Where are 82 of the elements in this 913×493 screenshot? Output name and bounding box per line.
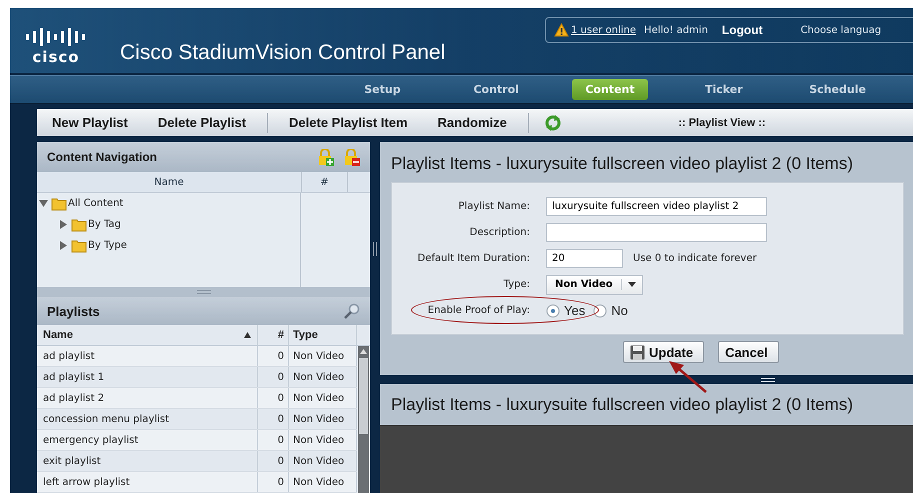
column-header: Name	[37, 172, 302, 192]
column-header[interactable]: #	[258, 325, 289, 345]
grip-icon	[761, 378, 775, 382]
table-cell: ad playlist 2	[37, 388, 258, 408]
table-cell: ad playlist	[37, 346, 258, 366]
input-field[interactable]: 20	[546, 249, 623, 268]
scrollbar[interactable]	[358, 346, 369, 493]
type-dropdown[interactable]: Non Video	[546, 274, 643, 294]
toolbar-button[interactable]: Delete Playlist	[142, 115, 262, 130]
table-cell: 0	[258, 367, 289, 387]
panel-title: Playlist Items - luxurysuite fullscreen video playlist 2 (0 Items)	[380, 384, 913, 426]
panel-title: Content Navigation	[47, 150, 157, 164]
table-cell: concession menu playlist	[37, 409, 258, 429]
toolbar-button[interactable]: New Playlist	[37, 115, 143, 130]
field-label: Default Item Duration:	[416, 253, 531, 264]
language-link[interactable]: Choose languag	[800, 24, 882, 36]
table-cell: emergency playlist	[37, 430, 258, 450]
table-cell: exit playlist	[37, 451, 258, 471]
app-title: Cisco StadiumVision Control Panel	[120, 41, 446, 65]
table-cell: 0	[258, 346, 289, 366]
table-cell: 0	[258, 388, 289, 408]
table-cell: Non Video	[289, 346, 357, 366]
table-cell: Non Video	[289, 388, 357, 408]
cancel-button[interactable]: Cancel	[718, 341, 779, 363]
scroll-up-icon	[360, 349, 367, 354]
update-button[interactable]: Update	[623, 341, 704, 363]
refresh-icon[interactable]	[544, 114, 561, 130]
table-cell: Non Video	[289, 367, 357, 387]
warning-icon	[554, 23, 569, 37]
panel-title: Playlists	[47, 304, 100, 318]
nav-tab[interactable]: Control	[458, 79, 535, 100]
radio-option[interactable]: No	[593, 303, 628, 318]
save-icon	[630, 344, 645, 360]
dropdown-arrow-icon	[628, 282, 636, 287]
remove-lock-icon[interactable]	[344, 148, 360, 166]
column-header[interactable]: Type	[289, 325, 357, 345]
radio-option[interactable]: Yes	[546, 303, 586, 318]
expand-arrow-icon[interactable]	[59, 241, 68, 250]
add-lock-icon[interactable]	[318, 148, 334, 166]
view-title: :: Playlist View ::	[677, 116, 767, 128]
field-label: Enable Proof of Play:	[426, 305, 531, 316]
field-label: Type:	[502, 279, 531, 290]
nav-tab[interactable]: Setup	[344, 79, 421, 100]
expand-arrow-icon[interactable]	[59, 220, 68, 229]
folder-icon	[51, 196, 67, 211]
search-icon[interactable]	[344, 303, 360, 319]
toolbar-button[interactable]: Randomize	[422, 115, 522, 130]
users-online-link[interactable]: 1 user online	[571, 24, 636, 36]
field-label: Description:	[468, 227, 531, 238]
table-cell: Non Video	[289, 430, 357, 450]
input-field[interactable]	[546, 223, 767, 242]
table-cell: 0	[258, 451, 289, 471]
scroll-thumb[interactable]	[359, 358, 368, 434]
collapse-arrow-icon[interactable]	[39, 199, 48, 208]
column-header[interactable]: Name	[37, 325, 258, 345]
folder-icon	[71, 238, 87, 253]
tree-item[interactable]: By Type	[37, 238, 127, 253]
folder-icon	[71, 217, 87, 232]
logo-text: cisco	[32, 49, 80, 65]
nav-tab[interactable]: Schedule	[799, 79, 876, 100]
logout-link[interactable]: Logout	[722, 23, 763, 37]
column-header: #	[302, 172, 348, 192]
tree-item[interactable]: By Tag	[37, 217, 121, 232]
tree-item[interactable]: All Content	[37, 196, 124, 211]
table-cell: ad playlist 1	[37, 367, 258, 387]
logo-bars-icon	[26, 27, 86, 47]
table-cell: 0	[258, 409, 289, 429]
field-label: Playlist Name:	[457, 201, 531, 212]
table-cell: 0	[258, 430, 289, 450]
table-cell: Non Video	[289, 451, 357, 471]
table-cell: Non Video	[289, 472, 357, 492]
panel-title: Playlist Items - luxurysuite fullscreen video playlist 2 (0 Items)	[391, 154, 854, 174]
table-cell: Non Video	[289, 409, 357, 429]
grip-icon	[373, 242, 377, 256]
table-cell: 0	[258, 472, 289, 492]
toolbar-button[interactable]: Delete Playlist Item	[274, 115, 423, 130]
greeting-text: Hello! admin	[644, 24, 708, 36]
table-cell: left arrow playlist	[37, 472, 258, 492]
hint-text: Use 0 to indicate forever	[633, 253, 757, 264]
nav-tab[interactable]: Ticker	[685, 79, 762, 100]
grip-icon	[196, 290, 210, 294]
input-field[interactable]: luxurysuite fullscreen video playlist 2	[546, 197, 767, 216]
